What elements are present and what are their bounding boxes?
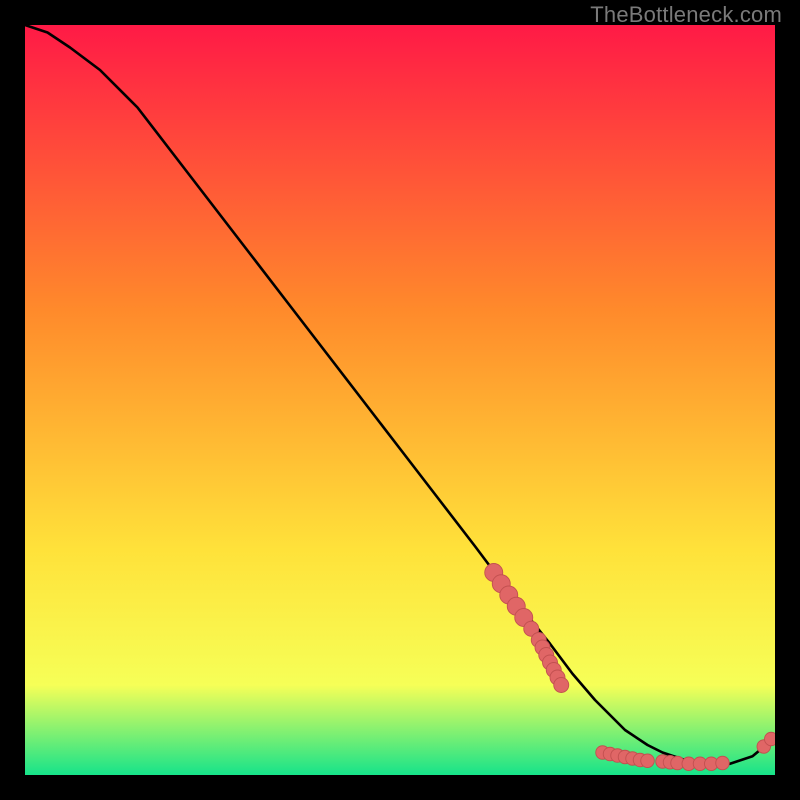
gradient-background [25,25,775,775]
data-marker [554,678,569,693]
data-marker [641,754,655,768]
bottleneck-curve-svg [25,25,775,775]
plot-area [25,25,775,775]
data-marker [765,732,776,746]
chart-frame: TheBottleneck.com [0,0,800,800]
data-marker [716,756,730,770]
